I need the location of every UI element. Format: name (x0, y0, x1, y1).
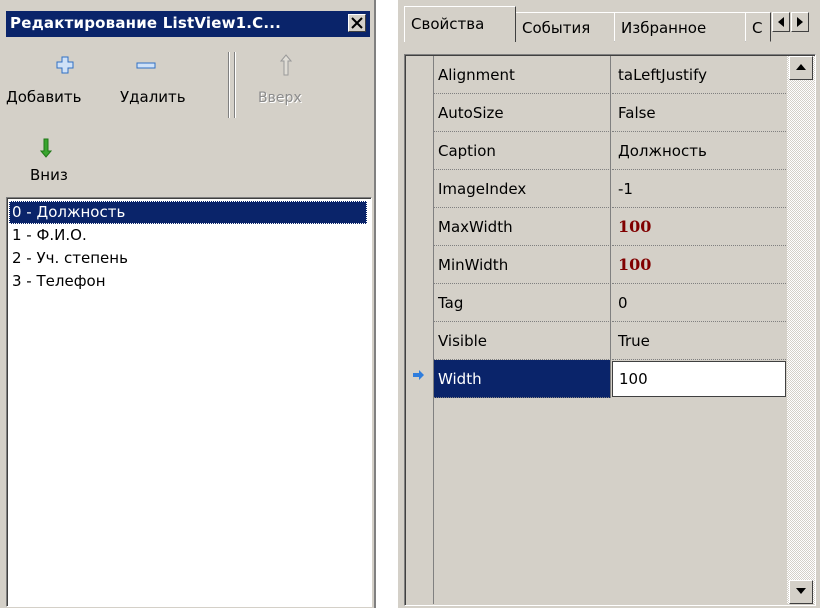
add-label: Добавить (6, 88, 82, 106)
title-bar[interactable]: Редактирование ListView1.C... (6, 11, 370, 37)
property-row[interactable]: Tag 0 (434, 284, 786, 322)
delete-button[interactable]: Удалить (114, 52, 222, 118)
tab-favorites[interactable]: Избранное (614, 12, 746, 42)
property-row[interactable]: MaxWidth 100 (434, 208, 786, 246)
property-name: MinWidth (434, 246, 611, 284)
move-up-label: Вверх (258, 90, 302, 106)
property-value[interactable]: True (612, 322, 786, 360)
tab-properties[interactable]: Свойства (404, 6, 516, 42)
panel-splitter (378, 0, 398, 608)
property-value[interactable]: 100 (612, 246, 786, 284)
window-title: Редактирование ListView1.C... (10, 14, 282, 32)
property-row[interactable]: Alignment taLeftJustify (434, 56, 786, 94)
move-down-label: Вниз (30, 166, 68, 184)
property-value[interactable]: -1 (612, 170, 786, 208)
property-row-selected[interactable]: Width 100 (434, 360, 786, 398)
scroll-down-button[interactable] (789, 580, 813, 604)
move-up-button[interactable]: Вверх (248, 52, 318, 118)
tab-events[interactable]: События (515, 12, 615, 42)
object-inspector: Свойства События Избранное С Alignment t… (398, 0, 820, 608)
close-button[interactable] (348, 14, 366, 32)
list-item[interactable]: 0 - Должность (9, 201, 367, 224)
property-name: Width (434, 360, 611, 398)
property-value[interactable]: False (612, 94, 786, 132)
property-value[interactable]: Должность (612, 132, 786, 170)
property-name: MaxWidth (434, 208, 611, 246)
property-row[interactable]: Caption Должность (434, 132, 786, 170)
columns-list[interactable]: 0 - Должность 1 - Ф.И.О. 2 - Уч. степень… (6, 197, 372, 607)
add-button[interactable]: Добавить (6, 52, 114, 118)
triangle-right-icon (797, 17, 803, 27)
triangle-up-icon (796, 64, 806, 70)
tab-overflow[interactable]: С (745, 12, 771, 42)
triangle-down-icon (796, 588, 806, 594)
tab-scroll-right[interactable] (791, 12, 809, 32)
property-name: Alignment (434, 56, 611, 94)
property-name: Tag (434, 284, 611, 322)
move-down-button[interactable]: Вниз (6, 132, 76, 188)
current-row-arrow-icon (413, 370, 424, 380)
arrow-down-icon (40, 138, 52, 158)
triangle-left-icon (778, 17, 784, 27)
property-value[interactable]: 100 (612, 208, 786, 246)
list-item[interactable]: 3 - Телефон (9, 270, 367, 293)
property-value[interactable]: taLeftJustify (612, 56, 786, 94)
delete-label: Удалить (120, 88, 186, 106)
toolbar-separator (235, 52, 236, 118)
property-row[interactable]: AutoSize False (434, 94, 786, 132)
tab-scroll-left[interactable] (772, 12, 790, 32)
list-item[interactable]: 2 - Уч. степень (9, 247, 367, 270)
scroll-up-button[interactable] (789, 56, 813, 80)
minus-icon (136, 62, 156, 69)
property-row[interactable]: Visible True (434, 322, 786, 360)
toolbar-separator (229, 52, 230, 118)
property-value[interactable]: 0 (612, 284, 786, 322)
property-name: ImageIndex (434, 170, 611, 208)
plus-icon (56, 56, 74, 74)
property-name: Visible (434, 322, 611, 360)
property-name: Caption (434, 132, 611, 170)
close-icon (351, 17, 363, 29)
list-item[interactable]: 1 - Ф.И.О. (9, 224, 367, 247)
property-row[interactable]: MinWidth 100 (434, 246, 786, 284)
vertical-scrollbar[interactable] (787, 56, 815, 604)
property-row[interactable]: ImageIndex -1 (434, 170, 786, 208)
collection-editor-panel: Редактирование ListView1.C... Добавить У… (0, 0, 376, 608)
property-name: AutoSize (434, 94, 611, 132)
arrow-up-icon (280, 54, 292, 76)
property-grid: Alignment taLeftJustify AutoSize False C… (404, 54, 816, 606)
property-value-editor[interactable]: 100 (612, 361, 786, 397)
